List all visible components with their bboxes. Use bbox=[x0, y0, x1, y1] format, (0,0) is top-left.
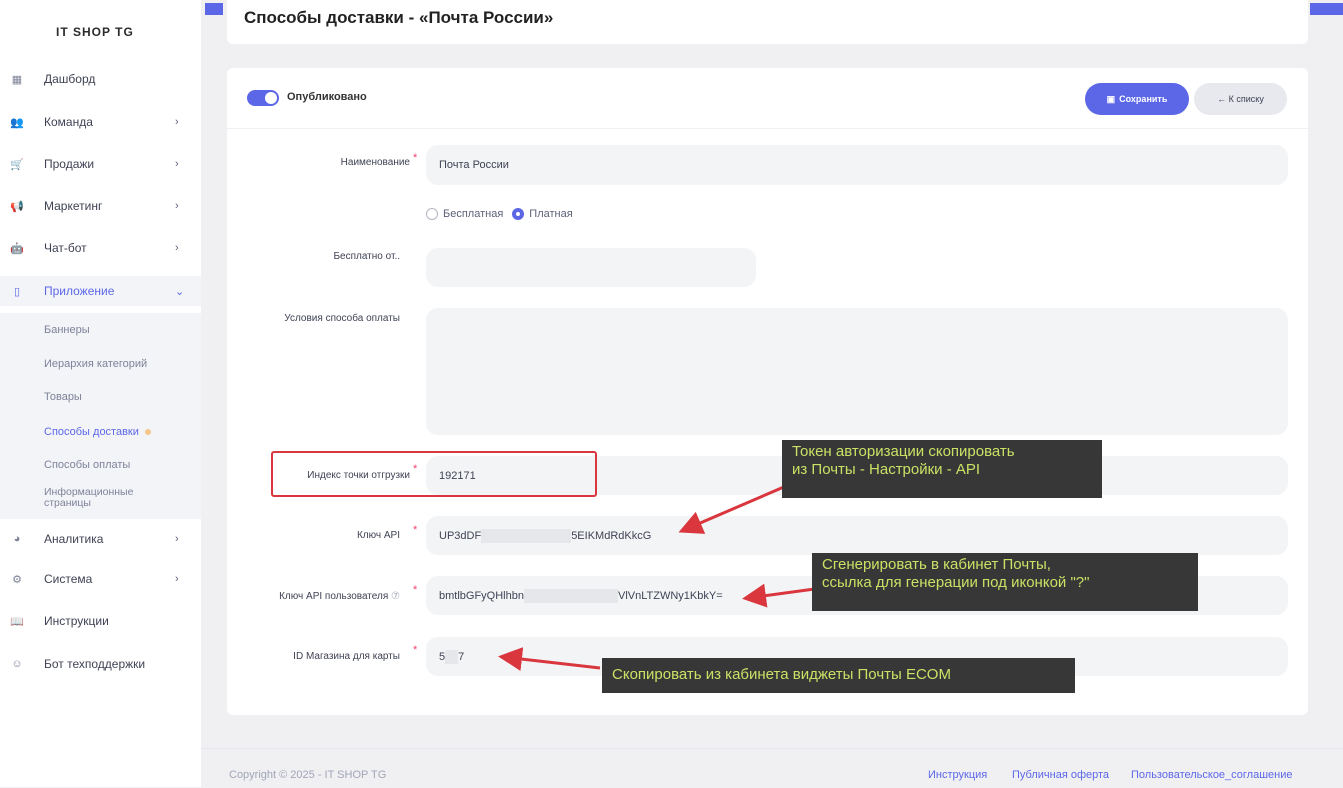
footer-link-instruction[interactable]: Инструкция bbox=[928, 769, 987, 781]
copyright-text: Copyright © 2025 - IT SHOP TG bbox=[229, 769, 387, 781]
note-line: Сгенерировать в кабинет Почты, bbox=[822, 556, 1051, 573]
footer: Copyright © 2025 - IT SHOP TG Инструкция… bbox=[201, 748, 1343, 788]
note-line: Скопировать из кабинета виджеты Почты EC… bbox=[612, 666, 951, 683]
arrow-to-shop-id bbox=[498, 647, 601, 671]
footer-link-offer[interactable]: Публичная оферта bbox=[1012, 769, 1109, 781]
note-line: из Почты - Настройки - API bbox=[792, 461, 981, 478]
note-ecom: Скопировать из кабинета виджеты Почты EC… bbox=[602, 658, 1075, 693]
note-generate: Сгенерировать в кабинет Почты, ссылка дл… bbox=[812, 553, 1198, 611]
footer-link-agreement[interactable]: Пользовательское_соглашение bbox=[1131, 769, 1293, 781]
arrow-to-user-key bbox=[742, 583, 823, 608]
note-line: Токен авторизации скопировать bbox=[792, 443, 1015, 460]
note-line: ссылка для генерации под иконкой "?" bbox=[822, 574, 1090, 591]
note-token: Токен авторизации скопировать из Почты -… bbox=[782, 440, 1102, 498]
